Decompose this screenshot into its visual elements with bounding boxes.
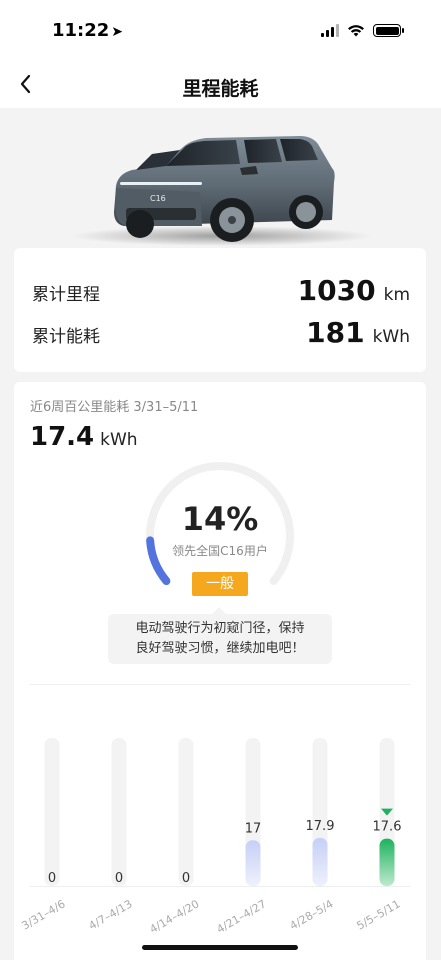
category-label: 4/28–5/4 [288,897,336,932]
bar-track [44,738,60,886]
total-energy-row: 累计能耗 181 kWh [32,316,410,349]
total-energy-value: 181 [306,316,365,349]
cellular-signal-icon [321,24,339,37]
percentile-caption: 领先全国C16用户 [172,544,268,558]
category-label: 5/5–5/11 [355,897,403,932]
bar [312,837,328,886]
category-label: 4/21–4/27 [214,897,268,936]
category-label: 4/7–4/13 [87,897,135,932]
total-mileage-unit: km [383,285,410,305]
status-bar: 11:22 ➤ [0,0,441,62]
category-label: 3/31–4/6 [20,897,68,932]
bar-value-label: 17.6 [373,820,402,835]
page-title: 里程能耗 [182,78,259,100]
total-energy-label: 累计能耗 [32,327,100,347]
bar [379,838,395,886]
average-unit: kWh [100,430,138,450]
driving-tip-line-2: 良好驾驶习惯，继续加电吧！ [135,641,305,656]
energy-card: 近6周百公里能耗 3/31–5/11 17.4 kWh 14% 领先全国C16用户… [14,382,426,960]
driving-tip-line-1: 电动驾驶行为初窥门径，保持 [135,621,305,636]
car-badge-text: C16 [150,194,166,203]
weekly-consumption-chart: 0 3/31–4/6 0 4/7–4/13 0 4/14–4/20 17 4/21–4/27 1… [20,738,410,936]
status-time: 11:22 ➤ [52,20,123,41]
bar-track [178,738,194,886]
bar-value-label: 17 [245,821,262,836]
total-energy-unit: kWh [372,327,410,347]
percentile-value: 14% [181,500,259,538]
car-image: C16 [0,108,441,248]
battery-icon [373,24,404,37]
nav-bar: 里程能耗 [0,62,441,108]
total-mileage-label: 累计里程 [32,285,100,305]
bar-value-label: 0 [48,871,56,886]
status-icons [321,24,404,37]
bar [245,840,261,886]
status-time-text: 11:22 [52,20,110,41]
driving-tip: 电动驾驶行为初窥门径，保持 良好驾驶习惯，继续加电吧！ [108,607,332,664]
total-mileage-row: 累计里程 1030 km [32,274,410,307]
average-consumption: 17.4 kWh [30,422,138,452]
period-label: 近6周百公里能耗 3/31–5/11 [30,400,199,415]
bar-track [111,738,127,886]
divider [30,684,410,685]
wifi-icon [348,25,364,37]
average-value: 17.4 [30,422,95,452]
total-mileage-value: 1030 [297,274,376,307]
category-label: 4/14–4/20 [147,897,201,936]
totals-card: 累计里程 1030 km 累计能耗 181 kWh [14,248,426,372]
bar-value-label: 0 [115,871,123,886]
home-indicator [142,945,298,950]
grade-badge: 一般 [192,572,248,596]
location-arrow-icon: ➤ [111,24,124,40]
bar-value-label: 0 [182,871,190,886]
bar-value-label: 17.9 [306,819,335,834]
